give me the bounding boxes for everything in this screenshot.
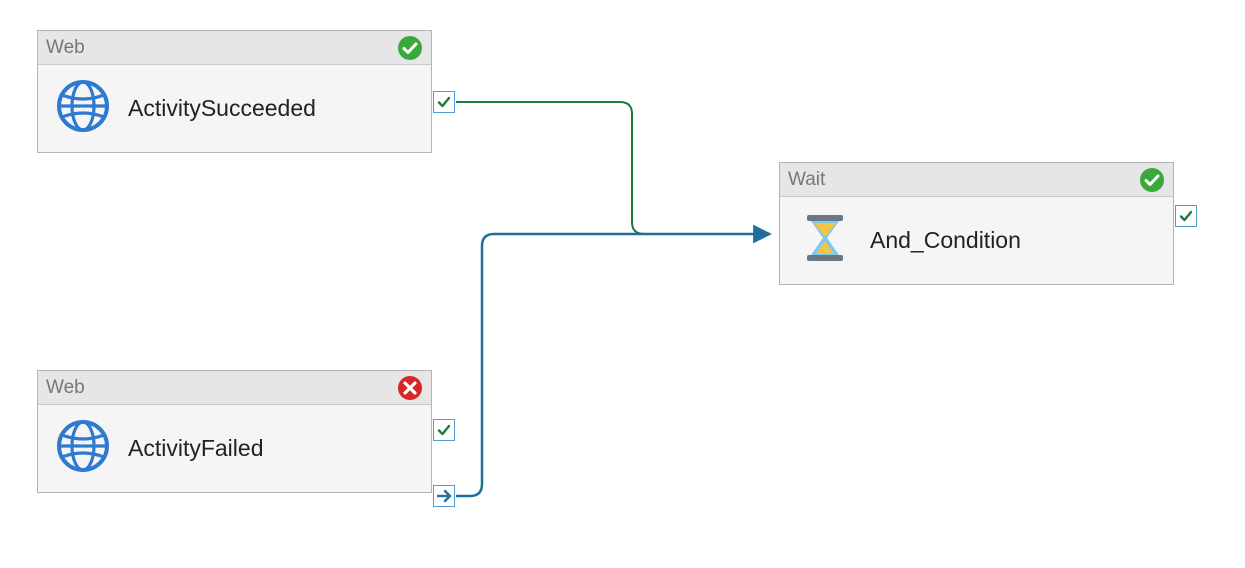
node-body: ActivitySucceeded <box>38 65 431 152</box>
connector-succeeded-to-wait <box>456 102 770 234</box>
success-status-icon <box>1139 167 1165 193</box>
globe-icon <box>56 79 110 138</box>
wait-and-condition-node[interactable]: Wait And_Condition <box>779 162 1174 285</box>
node-type-label: Wait <box>788 169 825 191</box>
node-header: Web <box>38 31 431 65</box>
pipeline-canvas[interactable]: Web ActivitySucceeded <box>0 0 1245 568</box>
hourglass-icon <box>798 211 852 270</box>
output-port-success[interactable] <box>433 91 455 113</box>
connector-failed-to-wait <box>456 234 770 496</box>
output-port-completion[interactable] <box>433 485 455 507</box>
activity-succeeded-node[interactable]: Web ActivitySucceeded <box>37 30 432 153</box>
node-type-label: Web <box>46 377 85 399</box>
output-port-success[interactable] <box>433 419 455 441</box>
node-header: Wait <box>780 163 1173 197</box>
node-name-label: ActivitySucceeded <box>128 95 316 122</box>
node-header: Web <box>38 371 431 405</box>
node-name-label: And_Condition <box>870 227 1021 254</box>
node-body: ActivityFailed <box>38 405 431 492</box>
error-status-icon <box>397 375 423 401</box>
node-name-label: ActivityFailed <box>128 435 263 462</box>
output-port-success[interactable] <box>1175 205 1197 227</box>
node-type-label: Web <box>46 37 85 59</box>
success-status-icon <box>397 35 423 61</box>
activity-failed-node[interactable]: Web ActivityFailed <box>37 370 432 493</box>
globe-icon <box>56 419 110 478</box>
node-body: And_Condition <box>780 197 1173 284</box>
